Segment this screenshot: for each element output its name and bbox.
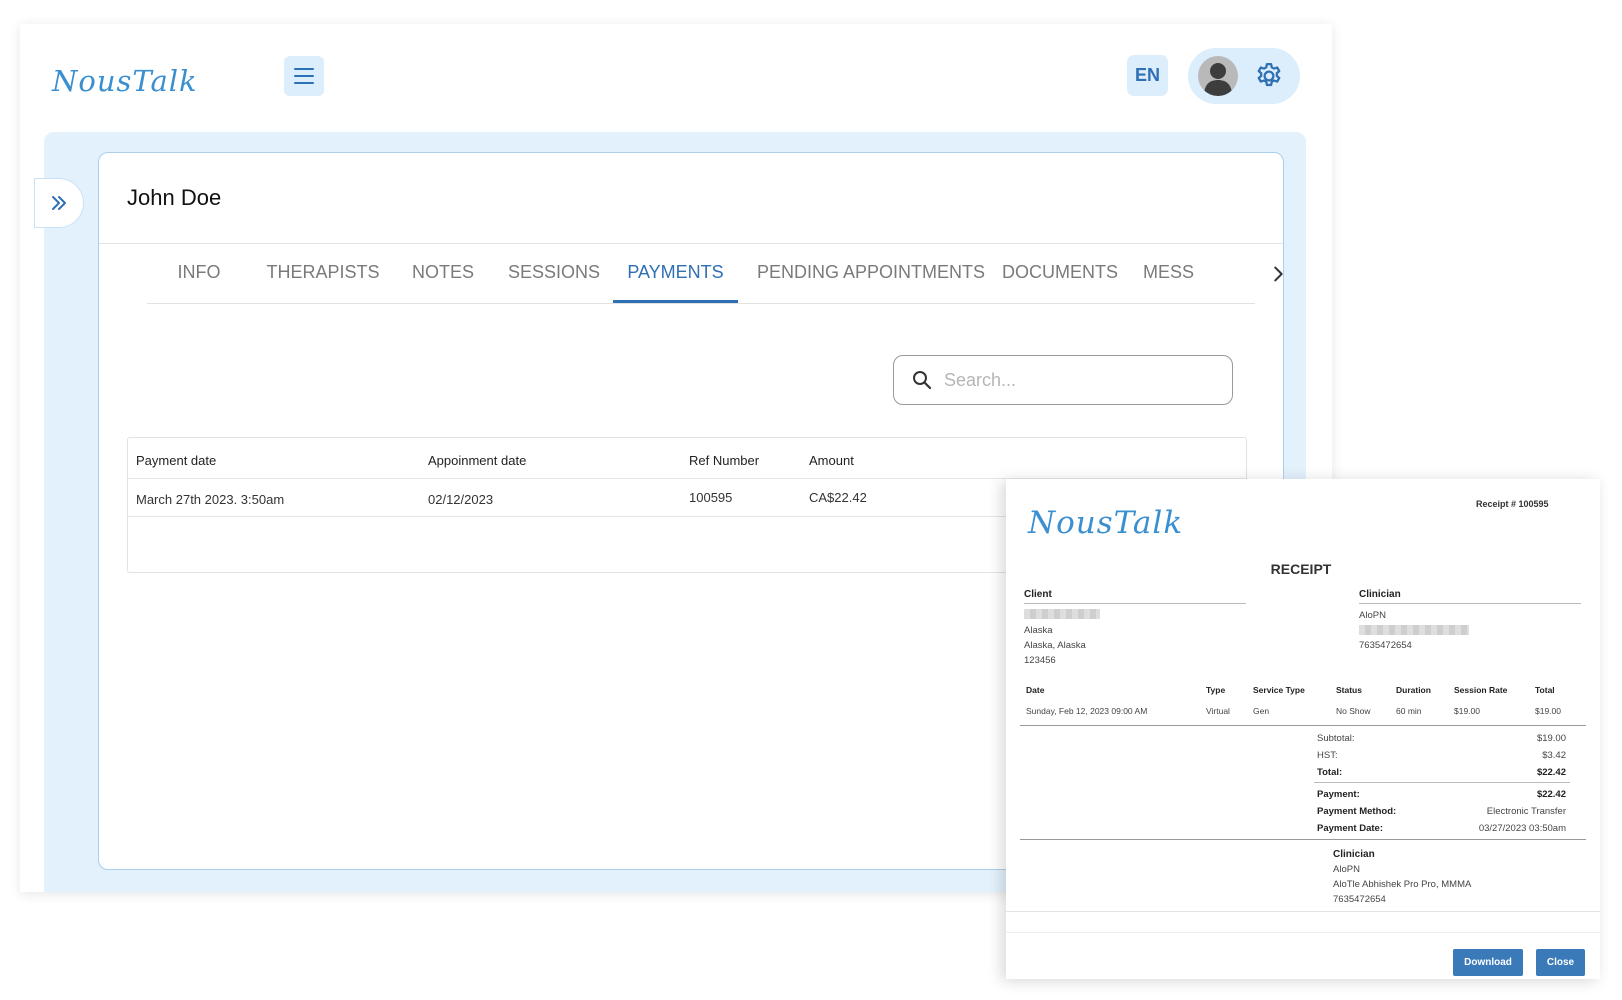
- tab-notes[interactable]: NOTES: [405, 244, 481, 303]
- tab-therapists[interactable]: THERAPISTS: [259, 244, 387, 303]
- total-label: Total:: [1317, 767, 1343, 778]
- hamburger-menu-button[interactable]: [284, 56, 324, 96]
- noustalk-logo[interactable]: NousTalk: [52, 64, 198, 98]
- client-line: Alaska: [1024, 625, 1053, 636]
- subtotal-value: $19.00: [1536, 733, 1566, 744]
- header-amount[interactable]: Amount: [809, 453, 854, 468]
- menu-icon: [294, 68, 314, 70]
- receipt-footer: Download Close: [1006, 911, 1600, 979]
- close-button[interactable]: Close: [1536, 949, 1585, 976]
- hst-value: $3.42: [1542, 750, 1566, 761]
- item-duration: 60 min: [1396, 706, 1422, 716]
- search-input[interactable]: [944, 369, 1204, 391]
- item-total: $19.00: [1535, 706, 1561, 716]
- search-icon: [913, 371, 932, 390]
- client-line: 123456: [1024, 655, 1056, 666]
- tab-documents[interactable]: DOCUMENTS: [1002, 244, 1118, 303]
- user-menu: [1188, 48, 1300, 104]
- receipt-number: Receipt # 100595: [1476, 499, 1549, 509]
- col-service-type: Service Type: [1253, 685, 1305, 695]
- receipt-logo: NousTalk: [1028, 505, 1184, 541]
- user-silhouette-icon: [1204, 63, 1232, 96]
- payment-date-value: 03/27/2023 03:50am: [1478, 823, 1566, 834]
- cell-ref-number: 100595: [689, 490, 733, 505]
- avatar[interactable]: [1198, 56, 1238, 96]
- subtotal-label: Subtotal:: [1317, 733, 1355, 744]
- tabs-scroll-right-icon[interactable]: [1267, 263, 1289, 285]
- item-status: No Show: [1336, 706, 1371, 716]
- hst-label: HST:: [1317, 750, 1338, 761]
- search-box: [893, 355, 1233, 405]
- header-ref-number[interactable]: Ref Number: [689, 453, 759, 468]
- expand-sidebar-button[interactable]: [34, 178, 84, 228]
- payment-date-label: Payment Date:: [1317, 823, 1383, 834]
- footer-clinician-label: Clinician: [1333, 849, 1375, 860]
- cell-appointment-date: 02/12/2023: [428, 492, 494, 507]
- item-session-rate: $19.00: [1454, 706, 1480, 716]
- cell-amount: CA$22.42: [809, 490, 867, 505]
- client-label: Client: [1024, 589, 1052, 600]
- footer-clinician-line: AloTle Abhishek Pro Pro, MMMA: [1333, 879, 1472, 890]
- tab-info[interactable]: INFO: [157, 244, 241, 303]
- header-appointment-date[interactable]: Appoinment date: [428, 453, 526, 468]
- header-payment-date[interactable]: Payment date: [136, 453, 216, 468]
- receipt-title: RECEIPT: [1270, 561, 1332, 577]
- col-total: Total: [1535, 685, 1555, 695]
- payment-label: Payment:: [1317, 789, 1360, 800]
- gear-icon[interactable]: [1254, 61, 1284, 91]
- client-line: Alaska, Alaska: [1024, 640, 1086, 651]
- clinician-line: AloPN: [1359, 610, 1386, 621]
- col-duration: Duration: [1396, 685, 1431, 695]
- payment-method-value: Electronic Transfer: [1486, 806, 1566, 817]
- client-tabs: INFO THERAPISTS NOTES SESSIONS PAYMENTS …: [147, 244, 1255, 304]
- client-name: John Doe: [127, 185, 222, 210]
- tab-payments[interactable]: PAYMENTS: [613, 244, 738, 303]
- cell-payment-date: March 27th 2023. 3:50am: [136, 492, 285, 507]
- tab-pending-appointments[interactable]: PENDING APPOINTMENTS: [757, 244, 985, 303]
- tab-sessions[interactable]: SESSIONS: [503, 244, 605, 303]
- clinician-label: Clinician: [1359, 589, 1401, 600]
- redacted-client-name: [1024, 609, 1100, 619]
- item-service-type: Gen: [1253, 706, 1270, 716]
- col-status: Status: [1336, 685, 1362, 695]
- total-value: $22.42: [1536, 767, 1566, 778]
- redacted-clinician-info: [1359, 625, 1469, 635]
- payment-method-label: Payment Method:: [1317, 806, 1397, 817]
- receipt-modal: NousTalk Receipt # 100595 RECEIPT Client…: [1006, 479, 1600, 979]
- col-type: Type: [1206, 685, 1226, 695]
- clinician-line: 7635472654: [1359, 640, 1412, 651]
- footer-clinician-line: 7635472654: [1333, 894, 1386, 905]
- language-button[interactable]: EN: [1127, 55, 1168, 96]
- double-chevron-right-icon: [52, 196, 66, 210]
- item-date: Sunday, Feb 12, 2023 09:00 AM: [1026, 706, 1148, 716]
- col-date: Date: [1026, 685, 1045, 695]
- col-session-rate: Session Rate: [1454, 685, 1508, 695]
- footer-clinician-line: AloPN: [1333, 864, 1360, 875]
- payment-value: $22.42: [1536, 789, 1566, 800]
- tab-messages[interactable]: MESS: [1143, 244, 1255, 303]
- item-type: Virtual: [1206, 706, 1230, 716]
- download-button[interactable]: Download: [1453, 949, 1523, 976]
